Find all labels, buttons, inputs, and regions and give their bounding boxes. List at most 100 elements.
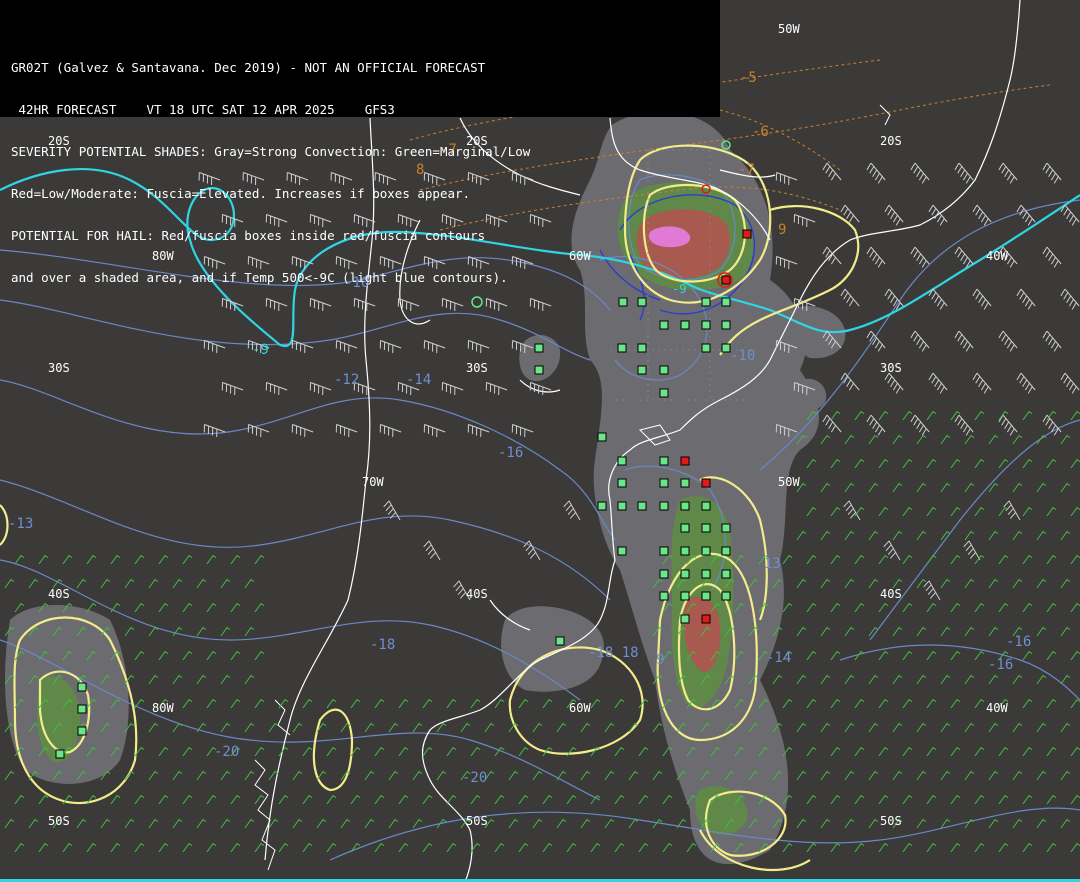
wind-barb <box>796 626 807 637</box>
wind-barb <box>854 410 865 421</box>
green-severity-box <box>721 523 731 533</box>
wind-barb <box>988 626 999 637</box>
wind-barb <box>1046 554 1057 565</box>
wind-barb <box>268 818 279 829</box>
green-severity-box <box>637 343 647 353</box>
wind-barb <box>1012 722 1023 733</box>
wind-barb <box>628 770 639 781</box>
wind-barb <box>467 340 490 354</box>
green-severity-box <box>721 546 731 556</box>
wind-barb <box>350 698 361 709</box>
wind-barb <box>265 382 288 396</box>
wind-barb <box>460 722 471 733</box>
wind-barb <box>806 794 817 805</box>
wind-barb <box>1046 458 1057 469</box>
wind-barb <box>1046 794 1057 805</box>
wind-barb <box>854 698 865 709</box>
wind-barb <box>124 818 135 829</box>
wind-barb <box>974 794 985 805</box>
wind-barb <box>878 746 889 757</box>
green-severity-box <box>597 501 607 511</box>
lat-label: 50S <box>880 814 902 828</box>
blue-contour-label: 9 <box>656 652 665 668</box>
green-severity-box <box>680 569 690 579</box>
wind-barb <box>1036 626 1047 637</box>
wind-barb <box>1060 204 1080 226</box>
wind-barb <box>806 602 817 613</box>
wind-barb <box>1046 650 1057 661</box>
wind-barb <box>902 602 913 613</box>
wind-barb <box>441 298 464 312</box>
wind-barb <box>844 626 855 637</box>
wind-barb <box>902 650 913 661</box>
wind-barb <box>1046 698 1057 709</box>
green-severity-box <box>618 297 628 307</box>
wind-barb <box>892 482 903 493</box>
wind-barb <box>964 722 975 733</box>
wind-barb <box>292 818 303 829</box>
blue-contour-label: -16 <box>1006 634 1032 650</box>
wind-barb <box>1012 770 1023 781</box>
wind-barb <box>1060 818 1071 829</box>
wind-barb <box>148 674 159 685</box>
wind-barb <box>822 414 842 433</box>
wind-barb <box>772 674 783 685</box>
wind-barb <box>254 746 265 757</box>
wind-barb <box>988 434 999 445</box>
wind-barb <box>926 650 937 661</box>
wind-barb <box>820 818 831 829</box>
wind-barb <box>335 340 358 354</box>
wind-barb <box>638 842 649 853</box>
wind-barb <box>446 794 457 805</box>
wind-barb <box>134 554 145 565</box>
wind-barb <box>902 842 913 853</box>
wind-barb <box>916 482 927 493</box>
wind-barb <box>820 722 831 733</box>
blue-contour-label: -20 <box>462 770 488 786</box>
wind-barb <box>910 162 930 184</box>
wind-barb <box>910 246 930 268</box>
wind-barb <box>110 842 121 853</box>
wind-barb <box>866 414 886 436</box>
wind-barb <box>988 818 999 829</box>
green-severity-box <box>680 501 690 511</box>
wind-barb <box>446 746 457 757</box>
wind-barb <box>662 842 673 853</box>
wind-barb <box>1012 818 1023 829</box>
green-severity-box <box>701 501 711 511</box>
wind-barb <box>950 458 961 469</box>
green-severity-box <box>701 569 711 579</box>
wind-barb <box>532 818 543 829</box>
wind-barb <box>254 842 265 853</box>
wind-barb <box>604 770 615 781</box>
wind-barb <box>954 330 974 352</box>
wind-barb <box>556 818 567 829</box>
wind-barb <box>423 540 441 561</box>
wind-barb <box>830 602 841 613</box>
wind-barb <box>806 650 817 661</box>
wind-barb <box>508 770 519 781</box>
green-severity-box <box>637 297 647 307</box>
wind-barb <box>364 818 375 829</box>
wind-barb <box>830 410 841 421</box>
lat-label: 30S <box>466 361 488 375</box>
wind-barb <box>782 554 793 565</box>
wind-barb <box>206 650 217 661</box>
wind-barb <box>926 554 937 565</box>
wind-barb <box>1060 674 1071 685</box>
wind-barb <box>220 770 231 781</box>
wind-barb <box>998 330 1018 352</box>
green-severity-box <box>680 591 690 601</box>
wind-barb <box>926 410 937 421</box>
wind-barb <box>158 554 169 565</box>
wind-barb <box>86 602 97 613</box>
wind-barb <box>1060 482 1071 493</box>
wind-barb <box>866 246 886 268</box>
wind-barb <box>398 794 409 805</box>
wind-barb <box>988 578 999 589</box>
wind-barb <box>830 698 841 709</box>
wind-barb <box>532 722 543 733</box>
wind-barb <box>422 842 433 853</box>
wind-barb <box>230 842 241 853</box>
wind-barb <box>964 482 975 493</box>
